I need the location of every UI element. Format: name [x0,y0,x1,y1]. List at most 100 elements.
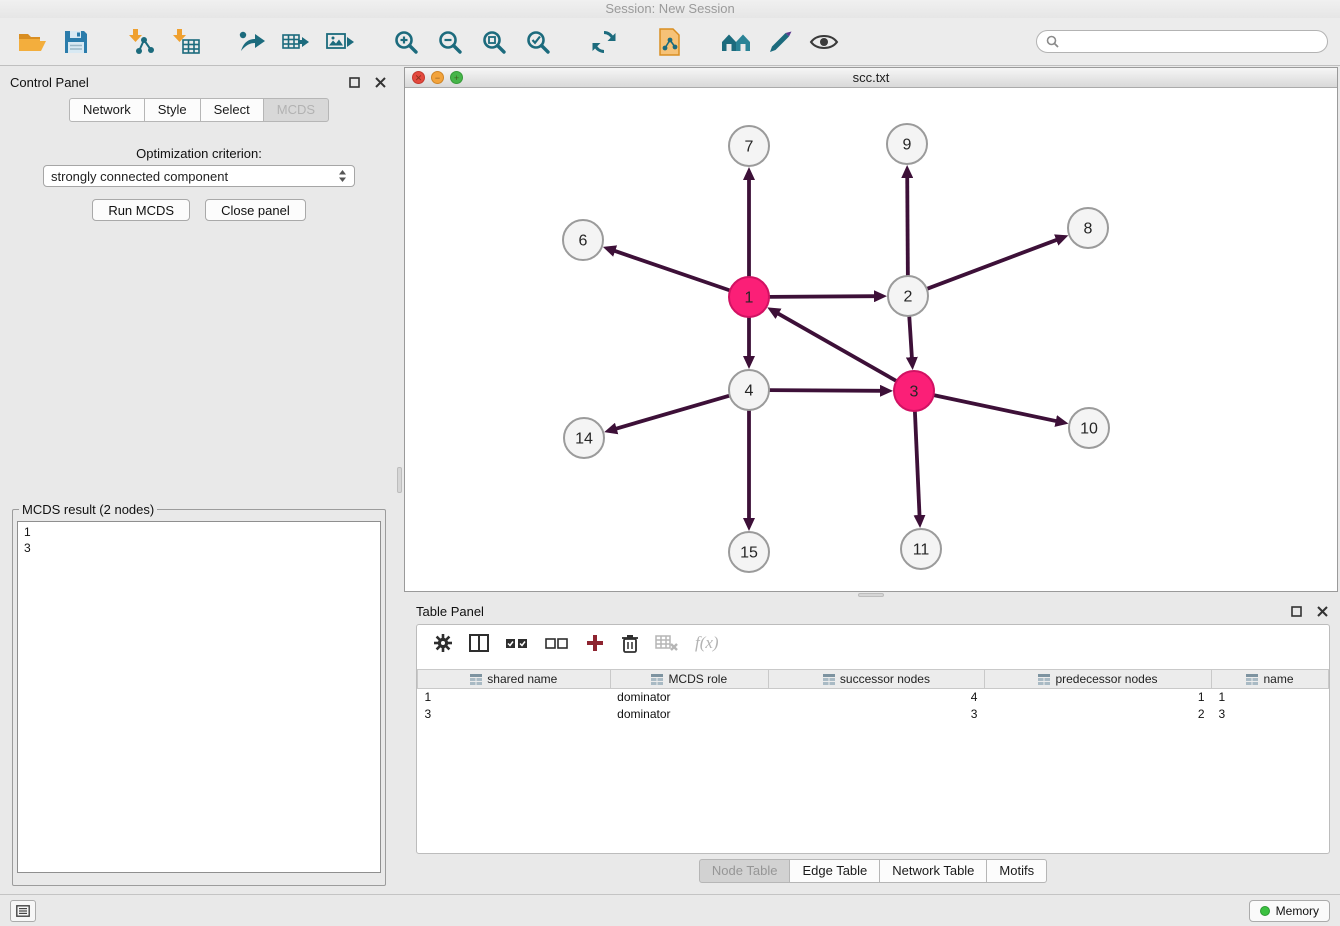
optimization-dropdown[interactable]: strongly connected component [43,165,355,187]
graph-edge-4-3[interactable] [769,390,881,391]
graph-node-14[interactable]: 14 [564,418,604,458]
minimize-window-icon[interactable]: − [431,71,444,84]
table-cell[interactable]: dominator [610,706,768,723]
table-cell[interactable]: 3 [1212,706,1329,723]
tab-motifs[interactable]: Motifs [986,859,1047,883]
graph-node-2[interactable]: 2 [888,276,928,316]
title-bar: Session: New Session [0,0,1340,18]
tab-mcds[interactable]: MCDS [263,98,329,122]
delete-row-button[interactable] [621,630,639,656]
first-neighbors-button[interactable] [716,22,756,62]
zoom-selected-button[interactable] [518,22,558,62]
delete-table-button[interactable] [655,630,679,656]
table-cell[interactable]: 2 [984,706,1211,723]
run-mcds-button[interactable]: Run MCDS [92,199,190,221]
mcds-result-list[interactable]: 13 [17,521,381,873]
graph-edge-3-10[interactable] [934,395,1057,421]
column-header-predecessor-nodes[interactable]: predecessor nodes [984,670,1211,689]
tab-node-table[interactable]: Node Table [699,859,791,883]
tab-network-table[interactable]: Network Table [879,859,987,883]
graph-node-15[interactable]: 15 [729,532,769,572]
splitter-handle[interactable] [858,593,884,597]
table-cell[interactable]: dominator [610,689,768,706]
main-toolbar [0,18,1340,66]
graph-edge-2-8[interactable] [927,240,1057,289]
table-cell[interactable]: 1 [984,689,1211,706]
graph-node-9[interactable]: 9 [887,124,927,164]
zoom-in-icon [393,29,419,55]
graph-node-1[interactable]: 1 [729,277,769,317]
zoom-out-button[interactable] [430,22,470,62]
node-table-container: f(x) shared nameMCDS rolesuccessor nodes… [416,624,1330,854]
import-table-button[interactable] [166,22,206,62]
close-panel-icon[interactable] [372,74,388,90]
memory-button[interactable]: Memory [1249,900,1330,922]
search-input[interactable] [1064,35,1318,49]
table-row[interactable]: 1dominator411 [418,689,1329,706]
splitter-handle[interactable] [397,467,402,493]
unselect-all-button[interactable] [545,630,569,656]
network-window-title: scc.txt [405,70,1337,85]
column-header-shared-name[interactable]: shared name [418,670,611,689]
graph-node-4[interactable]: 4 [729,370,769,410]
select-all-button[interactable] [505,630,529,656]
graph-edge-3-1[interactable] [778,313,897,381]
export-network-button[interactable] [232,22,272,62]
export-table-button[interactable] [276,22,316,62]
add-row-button[interactable] [585,630,605,656]
export-network-icon [238,29,266,55]
graph-edge-4-14[interactable] [616,396,730,429]
zoom-fit-button[interactable] [474,22,514,62]
refresh-layout-icon [591,29,617,55]
graph-edge-3-11[interactable] [915,411,920,516]
apply-style-button[interactable] [760,22,800,62]
open-file-button[interactable] [12,22,52,62]
graph-node-7[interactable]: 7 [729,126,769,166]
table-row[interactable]: 3dominator323 [418,706,1329,723]
show-columns-button[interactable] [469,630,489,656]
tab-network[interactable]: Network [69,98,145,122]
main-area: Control Panel NetworkStyleSelectMCDS Opt… [0,67,1340,894]
float-panel-icon[interactable] [1288,603,1304,619]
export-image-icon [325,29,355,55]
close-window-icon[interactable]: ✕ [412,71,425,84]
graph-edge-1-2[interactable] [769,296,875,297]
column-header-mcds-role[interactable]: MCDS role [610,670,768,689]
table-cell[interactable]: 4 [768,689,984,706]
show-hide-details-button[interactable] [804,22,844,62]
graph-node-10[interactable]: 10 [1069,408,1109,448]
column-header-name[interactable]: name [1212,670,1329,689]
import-network-button[interactable] [122,22,162,62]
column-header-successor-nodes[interactable]: successor nodes [768,670,984,689]
table-cell[interactable]: 3 [768,706,984,723]
zoom-window-icon[interactable]: + [450,71,463,84]
float-panel-icon[interactable] [346,74,362,90]
close-panel-button[interactable]: Close panel [205,199,306,221]
graph-node-6[interactable]: 6 [563,220,603,260]
tab-select[interactable]: Select [200,98,264,122]
graph-edge-2-9[interactable] [907,177,908,276]
delete-table-icon [655,634,679,652]
zoom-in-button[interactable] [386,22,426,62]
function-builder-button[interactable]: f(x) [695,630,719,656]
export-image-button[interactable] [320,22,360,62]
apply-layout-button[interactable] [584,22,624,62]
tab-edge-table[interactable]: Edge Table [789,859,880,883]
vertical-splitter[interactable] [396,67,404,894]
close-panel-icon[interactable] [1314,603,1330,619]
network-from-selection-button[interactable] [650,22,690,62]
table-settings-button[interactable] [433,630,453,656]
tab-style[interactable]: Style [144,98,201,122]
network-graph-canvas[interactable]: 7 9 6 8 1 2 4 3 14 10 15 11 [405,88,1337,591]
save-session-button[interactable] [56,22,96,62]
graph-node-8[interactable]: 8 [1068,208,1108,248]
graph-node-11[interactable]: 11 [901,529,941,569]
graph-edge-2-3[interactable] [909,316,912,358]
task-history-button[interactable] [10,900,36,922]
table-cell[interactable]: 1 [1212,689,1329,706]
graph-edge-1-6[interactable] [614,251,730,291]
table-cell[interactable]: 3 [418,706,611,723]
table-cell[interactable]: 1 [418,689,611,706]
graph-node-3[interactable]: 3 [894,371,934,411]
network-window-titlebar: ✕ − + scc.txt [405,68,1337,88]
